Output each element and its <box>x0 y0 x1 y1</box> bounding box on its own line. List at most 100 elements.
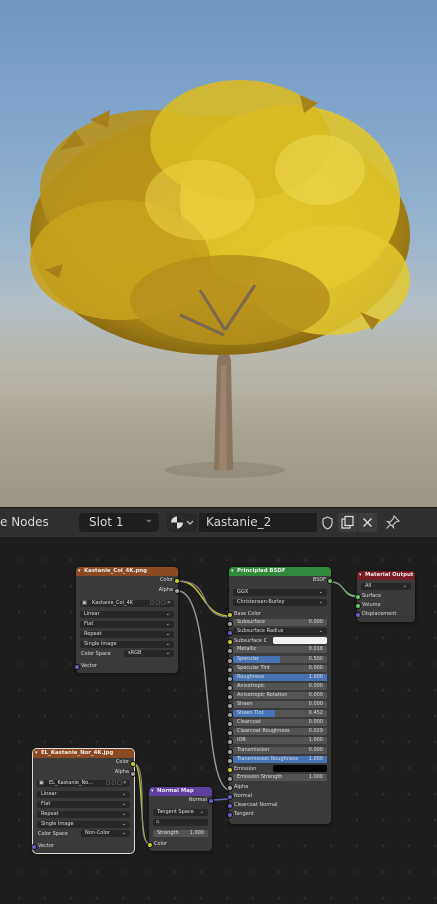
socket-metallic-in[interactable] <box>227 648 233 655</box>
image-icon: ▣ <box>82 600 87 606</box>
socket-sheen-tint-in[interactable] <box>227 712 233 719</box>
fake-user-shield-icon[interactable] <box>318 513 337 532</box>
uv-map-field[interactable]: ▫ <box>153 819 208 826</box>
socket-color-out[interactable] <box>130 761 136 767</box>
socket-base-color-in[interactable] <box>227 612 233 618</box>
slot-dropdown[interactable]: Slot 1 ⌄ <box>79 513 159 532</box>
socket-clearcoat-roughness-in[interactable] <box>227 730 233 737</box>
input-sheen-tint-field[interactable]: Sheen Tint 0.452 <box>233 710 327 718</box>
socket-alpha-in[interactable] <box>227 784 233 791</box>
tree-crown <box>30 80 410 355</box>
socket-volume-in[interactable] <box>355 603 361 609</box>
duplicate-material-icon[interactable] <box>338 513 357 532</box>
interpolation-dropdown[interactable]: Linear ⌄ <box>80 611 174 618</box>
socket-color-in[interactable] <box>147 842 153 848</box>
transmission-label: Transmission <box>237 746 270 753</box>
link-alpha-to-alpha <box>177 590 231 791</box>
node-header[interactable]: Material Output <box>357 571 415 580</box>
image-name: EL_Kastanie_No... <box>49 780 93 786</box>
socket-transmission-in[interactable] <box>227 748 233 755</box>
socket-anisotropic-in[interactable] <box>227 684 233 691</box>
input-metallic-field[interactable]: Metallic 0.018 <box>233 646 327 654</box>
socket-displacement-in[interactable] <box>355 612 361 618</box>
space-dropdown[interactable]: Tangent Space ⌄ <box>153 809 208 816</box>
socket-normal-out[interactable] <box>208 798 214 804</box>
socket-normal-in[interactable] <box>227 794 233 800</box>
projection-dropdown[interactable]: Flat ⌄ <box>80 621 174 628</box>
unlink-close-icon[interactable] <box>358 513 377 532</box>
image-buttons-icon[interactable]: ▢▢▢✕ <box>150 600 172 607</box>
image-selector[interactable]: ▣ Kastanie_Col_4K ▢▢▢✕ <box>80 600 174 607</box>
input-anisotropic-field[interactable]: Anisotropic 0.000 <box>233 682 327 690</box>
socket-alpha-out[interactable] <box>174 588 180 594</box>
source-dropdown[interactable]: Single Image ⌄ <box>80 641 174 648</box>
projection-dropdown[interactable]: Flat ⌄ <box>37 801 130 808</box>
socket-vector-in[interactable] <box>31 844 37 850</box>
socket-roughness-in[interactable] <box>227 675 233 682</box>
principled-bsdf-node[interactable]: Principled BSDF BSDF GGX⌄ Christensen-Bu… <box>227 567 333 824</box>
material-output-node[interactable]: Material Output All⌄ Surface Volume Disp… <box>355 571 415 622</box>
socket-clearcoat-in[interactable] <box>227 721 233 728</box>
node-header[interactable]: EL_Kastanie_Nor_4K.jpg <box>33 749 134 758</box>
input-subsurface-radius-field[interactable]: Subsurface Radius ⌄ <box>233 628 327 636</box>
node-header[interactable]: Kastanie_Col_4K.png <box>76 567 178 576</box>
material-browse-button[interactable] <box>167 513 197 532</box>
socket-specular-tint-in[interactable] <box>227 666 233 673</box>
socket-bsdf-out[interactable] <box>327 578 333 584</box>
pin-icon[interactable] <box>383 513 402 532</box>
input-transmission-field[interactable]: Transmission 0.000 <box>233 746 327 754</box>
input-emission-strength-field[interactable]: Emission Strength 1.000 <box>233 773 327 781</box>
input-clearcoat-field[interactable]: Clearcoat 0.000 <box>233 719 327 727</box>
socket-ior-in[interactable] <box>227 739 233 746</box>
distribution-dropdown[interactable]: GGX ⌄ <box>233 589 327 596</box>
clearcoat-roughness-label: Clearcoat Roughness <box>237 728 290 735</box>
socket-emission-strength-in[interactable] <box>227 775 233 782</box>
strength-field[interactable]: Strength 1.000 <box>153 830 208 837</box>
color-space-dropdown[interactable]: Non-Color ⌄ <box>81 830 130 837</box>
input-emission-field[interactable] <box>273 764 327 772</box>
socket-sheen-in[interactable] <box>227 703 233 709</box>
socket-transmission-roughness-in[interactable] <box>227 757 233 764</box>
socket-emission-in[interactable] <box>227 766 233 773</box>
input-specular-tint-field[interactable]: Specular Tint 0.000 <box>233 664 327 672</box>
socket-subsurface-in[interactable] <box>227 621 233 628</box>
socket-specular-in[interactable] <box>227 657 233 664</box>
interpolation-dropdown[interactable]: Linear ⌄ <box>37 791 130 798</box>
socket-surface-in[interactable] <box>355 594 361 600</box>
sheen-tint-label: Sheen Tint <box>237 710 264 717</box>
input-transmission-roughness-field[interactable]: Transmission Roughness 1.000 <box>233 755 327 763</box>
image-texture-node-normal[interactable]: EL_Kastanie_Nor_4K.jpg Color Alpha ▣ EL_… <box>31 748 136 854</box>
input-anisotropic-rotation-field[interactable]: Anisotropic Rotation 0.000 <box>233 691 327 699</box>
input-subsurface-c-field[interactable] <box>273 637 327 645</box>
editor-title[interactable]: e Nodes <box>0 515 49 529</box>
socket-color-out[interactable] <box>174 578 180 584</box>
input-sheen-field[interactable]: Sheen 0.000 <box>233 701 327 708</box>
material-name-field[interactable]: Kastanie_2 <box>199 513 317 532</box>
input-vector-label: Vector <box>38 843 54 849</box>
socket-subsurface-radius-in[interactable] <box>227 630 233 637</box>
node-editor-canvas[interactable]: Kastanie_Col_4K.png Color Alpha ▣ Kastan… <box>0 537 437 904</box>
image-selector[interactable]: ▣ EL_Kastanie_No... ▢▢▢✕ <box>37 780 130 787</box>
3d-viewport[interactable] <box>0 0 437 507</box>
input-specular-field[interactable]: Specular 0.500 <box>233 655 327 663</box>
socket-anisotropic-rotation-in[interactable] <box>227 693 233 700</box>
image-texture-node-color[interactable]: Kastanie_Col_4K.png Color Alpha ▣ Kastan… <box>74 567 180 673</box>
subsurface-method-dropdown[interactable]: Christensen-Burley ⌄ <box>233 599 327 606</box>
node-header[interactable]: Principled BSDF <box>229 567 331 576</box>
target-dropdown[interactable]: All ⌄ <box>361 583 411 590</box>
extension-dropdown[interactable]: Repeat ⌄ <box>37 811 130 818</box>
input-clearcoat-roughness-field[interactable]: Clearcoat Roughness 0.029 <box>233 728 327 736</box>
image-buttons-icon[interactable]: ▢▢▢✕ <box>106 780 128 787</box>
material-sphere-icon <box>171 516 194 529</box>
color-space-dropdown[interactable]: sRGB ⌄ <box>124 650 174 657</box>
input-ior-field[interactable]: IOR 1.000 <box>233 737 327 745</box>
input-subsurface-field[interactable]: Subsurface 0.000 <box>233 619 327 627</box>
subsurface-c-label: Subsurface C <box>234 638 268 645</box>
input-roughness-field[interactable]: Roughness 1.000 <box>233 673 327 681</box>
socket-vector-in[interactable] <box>74 664 80 670</box>
node-header[interactable]: Normal Map <box>149 787 212 796</box>
extension-dropdown[interactable]: Repeat ⌄ <box>80 631 174 638</box>
socket-alpha-out[interactable] <box>130 771 136 777</box>
source-dropdown[interactable]: Single Image ⌄ <box>37 821 130 828</box>
normal-map-node[interactable]: Normal Map Normal Tangent Space⌄ ▫ Stren… <box>147 787 214 851</box>
